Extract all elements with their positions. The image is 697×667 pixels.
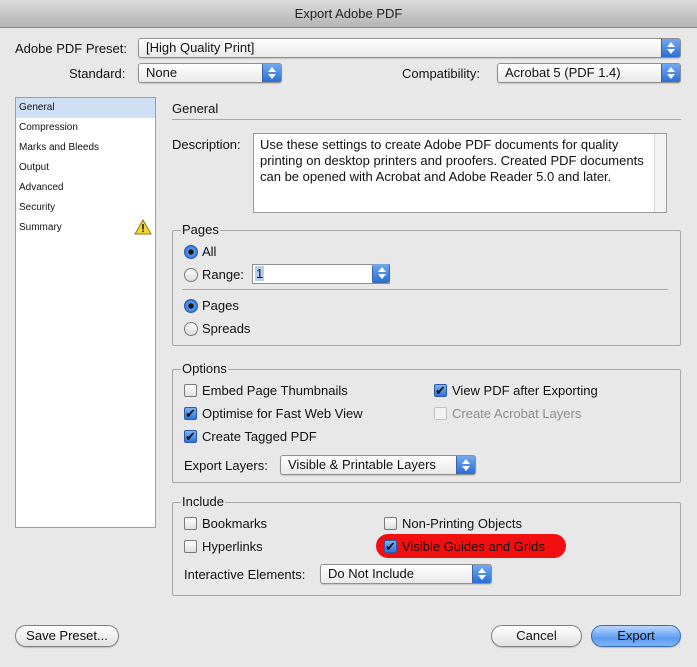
- sidebar-item-general[interactable]: General: [16, 98, 155, 118]
- panel-divider: [172, 119, 681, 120]
- tagged-pdf-label: Create Tagged PDF: [202, 429, 317, 444]
- non-printing-checkbox[interactable]: [384, 517, 397, 530]
- sidebar-item-label: Output: [19, 162, 50, 173]
- compatibility-label: Compatibility:: [402, 66, 481, 81]
- radio-all-label: All: [202, 244, 217, 259]
- interactive-elements-label: Interactive Elements:: [184, 567, 306, 582]
- description-value: Use these settings to create Adobe PDF d…: [260, 137, 644, 184]
- sidebar-item-compression[interactable]: Compression: [16, 118, 155, 138]
- compatibility-select[interactable]: Acrobat 5 (PDF 1.4): [497, 63, 681, 83]
- checkmark-icon: ✔: [185, 429, 196, 444]
- sidebar-item-output[interactable]: Output: [16, 158, 155, 178]
- checkmark-icon: ✔: [385, 539, 396, 554]
- sidebar-item-advanced[interactable]: Advanced: [16, 178, 155, 198]
- preset-label: Adobe PDF Preset:: [15, 41, 127, 56]
- standard-select[interactable]: None: [138, 63, 282, 83]
- radio-spreads-label: Spreads: [202, 321, 251, 336]
- sidebar-item-label: Marks and Bleeds: [19, 142, 100, 153]
- category-sidebar: General Compression Marks and Bleeds Out…: [15, 97, 156, 528]
- guides-grids-label: Visible Guides and Grids: [402, 539, 545, 554]
- tagged-pdf-checkbox[interactable]: ✔: [184, 430, 197, 443]
- interactive-elements-value: Do Not Include: [328, 566, 414, 581]
- bookmarks-label: Bookmarks: [202, 516, 268, 531]
- window-title: Export Adobe PDF: [0, 0, 697, 28]
- interactive-elements-select[interactable]: Do Not Include: [320, 564, 492, 584]
- radio-range[interactable]: [184, 268, 198, 282]
- preset-select[interactable]: [High Quality Print]: [138, 38, 681, 58]
- export-layers-select[interactable]: Visible & Printable Layers: [280, 455, 476, 475]
- export-button[interactable]: Export: [591, 625, 681, 647]
- checkmark-icon: ✔: [185, 406, 196, 421]
- hyperlinks-checkbox[interactable]: [184, 540, 197, 553]
- embed-thumbnails-label: Embed Page Thumbnails: [202, 383, 348, 398]
- bookmarks-checkbox[interactable]: [184, 517, 197, 530]
- guides-grids-checkbox[interactable]: ✔: [384, 540, 397, 553]
- updown-arrows-icon: [661, 39, 680, 57]
- save-preset-button[interactable]: Save Preset...: [15, 625, 119, 647]
- sidebar-item-security[interactable]: Security: [16, 198, 155, 218]
- radio-pages-label: Pages: [202, 298, 239, 313]
- sidebar-item-label: Summary: [19, 222, 62, 233]
- range-stepper[interactable]: [372, 264, 390, 284]
- updown-arrows-icon: [472, 565, 491, 583]
- description-scrollbar[interactable]: [654, 134, 666, 212]
- radio-pages[interactable]: [184, 299, 198, 313]
- cancel-button[interactable]: Cancel: [491, 625, 582, 647]
- view-after-label: View PDF after Exporting: [452, 383, 598, 398]
- updown-arrows-icon: [456, 456, 475, 474]
- options-group-title: Options: [181, 361, 228, 376]
- optimise-web-checkbox[interactable]: ✔: [184, 407, 197, 420]
- sidebar-item-label: Security: [19, 202, 56, 213]
- export-layers-value: Visible & Printable Layers: [288, 457, 436, 472]
- updown-arrows-icon: [262, 64, 281, 82]
- panel-title: General: [172, 101, 219, 116]
- acrobat-layers-checkbox: [434, 407, 447, 420]
- embed-thumbnails-checkbox[interactable]: [184, 384, 197, 397]
- range-value: 1: [255, 266, 265, 281]
- acrobat-layers-label: Create Acrobat Layers: [452, 406, 582, 421]
- pages-divider: [182, 289, 668, 290]
- sidebar-item-label: General: [19, 102, 55, 113]
- radio-all[interactable]: [184, 245, 198, 259]
- sidebar-item-marks-and-bleeds[interactable]: Marks and Bleeds: [16, 138, 155, 158]
- radio-range-label: Range:: [202, 267, 244, 282]
- updown-arrows-icon: [661, 64, 680, 82]
- standard-value: None: [146, 65, 178, 80]
- checkmark-icon: ✔: [435, 383, 446, 398]
- preset-value: [High Quality Print]: [146, 40, 255, 55]
- radio-spreads[interactable]: [184, 322, 198, 336]
- hyperlinks-label: Hyperlinks: [202, 539, 263, 554]
- view-after-checkbox[interactable]: ✔: [434, 384, 447, 397]
- pages-group-title: Pages: [181, 222, 220, 237]
- optimise-web-label: Optimise for Fast Web View: [202, 406, 363, 421]
- include-group-title: Include: [181, 494, 225, 509]
- sidebar-item-label: Advanced: [19, 182, 64, 193]
- description-label: Description:: [172, 137, 241, 152]
- standard-label: Standard:: [69, 66, 126, 81]
- export-layers-label: Export Layers:: [184, 458, 268, 473]
- updown-arrows-icon: [372, 264, 390, 283]
- range-input[interactable]: 1: [252, 264, 390, 284]
- sidebar-item-summary[interactable]: Summary: [16, 218, 155, 238]
- non-printing-label: Non-Printing Objects: [402, 516, 522, 531]
- compatibility-value: Acrobat 5 (PDF 1.4): [505, 65, 621, 80]
- sidebar-item-label: Compression: [19, 122, 78, 133]
- warning-icon: [134, 219, 152, 235]
- description-text[interactable]: Use these settings to create Adobe PDF d…: [253, 133, 667, 213]
